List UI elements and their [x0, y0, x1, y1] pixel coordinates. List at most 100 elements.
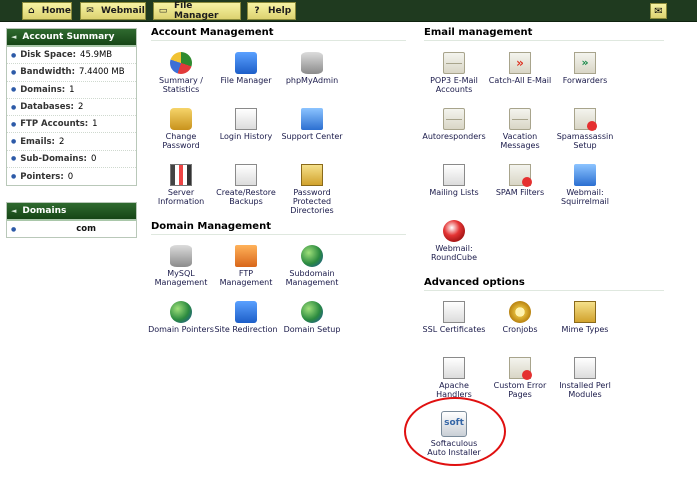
phpmyadmin-link[interactable]: phpMyAdmin: [279, 52, 345, 85]
summary-row-bandwidth: ● Bandwidth: 7.4400 MB: [7, 64, 136, 82]
databases-value: 2: [77, 102, 84, 113]
file-manager-button[interactable]: ▭ File Manager: [153, 1, 241, 21]
change-password-link[interactable]: Change Password: [148, 108, 214, 150]
help-icon: ?: [254, 6, 260, 16]
domains-header: ◄ Domains: [7, 203, 136, 221]
vacation-messages-link[interactable]: Vacation Messages: [487, 108, 553, 150]
backup-icon: [235, 164, 257, 186]
database-icon: [301, 52, 323, 74]
help-label: Help: [268, 6, 292, 16]
summary-row-databases: ● Databases: 2: [7, 99, 136, 117]
forward-icon: »: [574, 52, 596, 74]
webmail-button[interactable]: ✉ Webmail: [80, 2, 146, 20]
account-management-title: Account Management: [151, 27, 274, 38]
catch-all-email-link[interactable]: » Catch-All E-Mail: [487, 52, 553, 85]
mailing-list-icon: [443, 164, 465, 186]
lock-icon: [170, 108, 192, 130]
globe-icon: [301, 245, 323, 267]
custom-error-pages-link[interactable]: Custom Error Pages: [487, 357, 553, 399]
disk-space-value: 45.9MB: [80, 50, 113, 61]
folder-icon: ▭: [158, 6, 168, 16]
summary-row-domains: ● Domains: 1: [7, 82, 136, 99]
account-summary-title: Account Summary: [22, 32, 115, 42]
bandwidth-value: 7.4400 MB: [78, 67, 125, 78]
home-button[interactable]: ⌂ Home: [22, 2, 72, 20]
divider: [151, 234, 406, 235]
perl-icon: [574, 357, 596, 379]
webmail-squirrelmail-link[interactable]: Webmail: Squirrelmail: [552, 164, 618, 206]
email-management-title: Email management: [424, 27, 533, 38]
summary-row-pointers: ● Pointers: 0: [11, 171, 74, 182]
spamassassin-setup-link[interactable]: Spamassassin Setup: [552, 108, 618, 150]
ftp-icon: [235, 245, 257, 267]
installed-perl-modules-link[interactable]: Installed Perl Modules: [552, 357, 618, 399]
server-icon: [170, 164, 192, 186]
apache-icon: [443, 357, 465, 379]
calendar-icon: [235, 108, 257, 130]
webmail-roundcube-link[interactable]: Webmail: RoundCube: [421, 220, 487, 262]
mysql-management-link[interactable]: MySQL Management: [148, 245, 214, 287]
home-label: Home: [41, 6, 71, 16]
home-icon: ⌂: [28, 6, 35, 16]
database-icon: [170, 245, 192, 267]
summary-row-emails: ● Emails: 2: [7, 133, 136, 151]
site-redirection-link[interactable]: Site Redirection: [213, 301, 279, 334]
domains-title: Domains: [22, 206, 67, 216]
ftp-accounts-value: 1: [92, 119, 98, 130]
domain-management-title: Domain Management: [151, 221, 271, 232]
autoresponders-link[interactable]: Autoresponders: [421, 108, 487, 141]
folder-icon: [235, 52, 257, 74]
support-icon: [301, 108, 323, 130]
summary-statistics-link[interactable]: Summary / Statistics: [148, 52, 214, 94]
cron-icon: [509, 301, 531, 323]
catch-all-icon: »: [509, 52, 531, 74]
subdomain-management-link[interactable]: Subdomain Management: [279, 245, 345, 287]
summary-row-disk: ● Disk Space: 45.9MB: [7, 47, 136, 65]
ssl-certificates-link[interactable]: SSL Certificates: [421, 301, 487, 334]
apache-handlers-link[interactable]: Apache Handlers: [421, 357, 487, 399]
monitor-icon: [574, 164, 596, 186]
globe-icon: [301, 301, 323, 323]
divider: [424, 40, 664, 41]
mime-types-link[interactable]: Mime Types: [552, 301, 618, 334]
create-restore-backups-link[interactable]: Create/Restore Backups: [213, 164, 279, 206]
domains-value: 1: [69, 84, 75, 95]
pointers-value: 0: [67, 171, 74, 182]
account-summary-header: ◄ Account Summary: [7, 29, 136, 47]
file-manager-link[interactable]: File Manager: [213, 52, 279, 85]
roundcube-icon: [443, 220, 465, 242]
help-button[interactable]: ? Help: [247, 2, 296, 20]
webmail-label: Webmail: [101, 6, 145, 16]
domain-list-item[interactable]: ● com: [7, 221, 136, 237]
pie-chart-icon: [170, 52, 192, 74]
highlight-circle: [404, 397, 506, 466]
advanced-options-title: Advanced options: [424, 277, 525, 288]
ftp-management-link[interactable]: FTP Management: [213, 245, 279, 287]
chevron-icon: ◄: [11, 207, 17, 215]
file-manager-label: File Manager: [173, 1, 219, 21]
domain-pointers-link[interactable]: Domain Pointers: [148, 301, 214, 334]
domain-name[interactable]: com: [76, 224, 96, 234]
summary-row-subdomains: ● Sub-Domains: 0: [7, 151, 136, 169]
cronjobs-link[interactable]: Cronjobs: [487, 301, 553, 334]
mail-icon: ✉: [86, 6, 94, 16]
redirect-icon: [235, 301, 257, 323]
divider: [424, 290, 664, 291]
chevron-icon: ◄: [11, 33, 17, 41]
password-protected-directories-link[interactable]: Password Protected Directories: [279, 164, 345, 215]
support-center-link[interactable]: Support Center: [279, 108, 345, 141]
envelope-icon: [443, 52, 465, 74]
mailing-lists-link[interactable]: Mailing Lists: [421, 164, 487, 197]
login-history-link[interactable]: Login History: [213, 108, 279, 141]
spam-filters-link[interactable]: SPAM Filters: [487, 164, 553, 197]
envelope-icon[interactable]: ✉: [650, 3, 667, 19]
protected-folder-icon: [301, 164, 323, 186]
pop3-email-accounts-link[interactable]: POP3 E-Mail Accounts: [421, 52, 487, 94]
forwarders-link[interactable]: » Forwarders: [552, 52, 618, 85]
autoresponder-icon: [443, 108, 465, 130]
vacation-icon: [509, 108, 531, 130]
domain-setup-link[interactable]: Domain Setup: [279, 301, 345, 334]
server-information-link[interactable]: Server Information: [148, 164, 214, 206]
top-toolbar: ⌂ Home ✉ Webmail ▭ File Manager ? Help ✉: [0, 0, 697, 22]
account-summary-panel: ◄ Account Summary ● Disk Space: 45.9MB ● Ba…: [6, 28, 137, 187]
